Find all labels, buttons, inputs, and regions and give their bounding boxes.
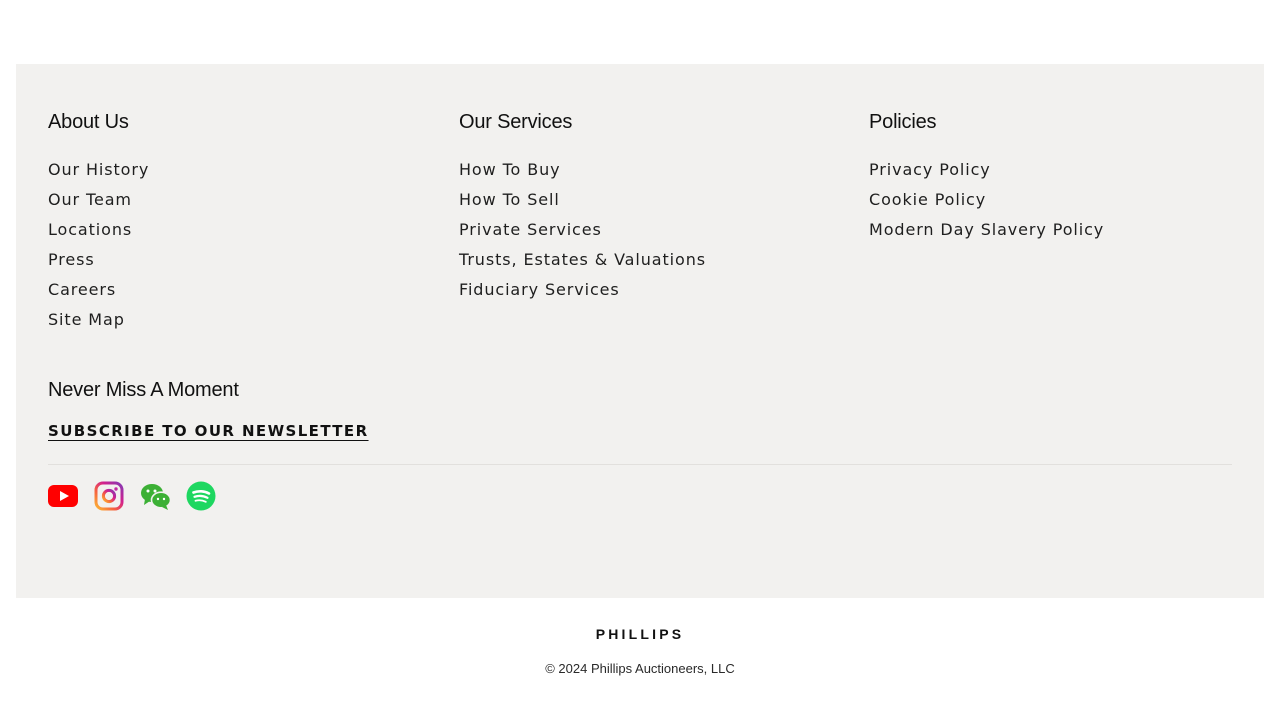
subscribe-newsletter-link[interactable]: SUBSCRIBE TO OUR NEWSLETTER	[48, 422, 369, 440]
instagram-icon[interactable]	[94, 481, 124, 511]
footer-divider	[48, 464, 1232, 465]
copyright-text: © 2024 Phillips Auctioneers, LLC	[545, 661, 735, 676]
about-us-links: Our History Our Team Locations Press Car…	[48, 155, 149, 335]
link-private-services[interactable]: Private Services	[459, 220, 602, 239]
wechat-icon[interactable]	[140, 481, 172, 511]
link-how-to-sell[interactable]: How To Sell	[459, 190, 560, 209]
link-careers[interactable]: Careers	[48, 280, 116, 299]
about-us-heading: About Us	[48, 111, 129, 133]
link-press[interactable]: Press	[48, 250, 95, 269]
link-modern-day-slavery-policy[interactable]: Modern Day Slavery Policy	[869, 220, 1104, 239]
link-how-to-buy[interactable]: How To Buy	[459, 160, 561, 179]
link-our-team[interactable]: Our Team	[48, 190, 132, 209]
link-locations[interactable]: Locations	[48, 220, 132, 239]
link-trusts-estates-valuations[interactable]: Trusts, Estates & Valuations	[459, 250, 706, 269]
link-cookie-policy[interactable]: Cookie Policy	[869, 190, 986, 209]
policies-heading: Policies	[869, 111, 937, 133]
our-services-heading: Our Services	[459, 111, 573, 133]
about-us-column: About Us Our History Our Team Locations …	[48, 110, 149, 335]
newsletter-heading: Never Miss A Moment	[48, 379, 239, 401]
policies-column: Policies Privacy Policy Cookie Policy Mo…	[869, 110, 1104, 245]
social-icons-row	[48, 481, 232, 511]
our-services-column: Our Services How To Buy How To Sell Priv…	[459, 110, 706, 305]
newsletter-section: Never Miss A Moment SUBSCRIBE TO OUR NEW…	[48, 378, 369, 441]
policies-links: Privacy Policy Cookie Policy Modern Day …	[869, 155, 1104, 245]
spotify-icon[interactable]	[186, 481, 216, 511]
phillips-logo[interactable]: PHILLIPS	[0, 626, 1280, 642]
link-fiduciary-services[interactable]: Fiduciary Services	[459, 280, 620, 299]
link-site-map[interactable]: Site Map	[48, 310, 125, 329]
our-services-links: How To Buy How To Sell Private Services …	[459, 155, 706, 305]
youtube-icon[interactable]	[48, 481, 78, 511]
link-privacy-policy[interactable]: Privacy Policy	[869, 160, 991, 179]
link-our-history[interactable]: Our History	[48, 160, 149, 179]
footer-links-panel: About Us Our History Our Team Locations …	[16, 64, 1264, 598]
